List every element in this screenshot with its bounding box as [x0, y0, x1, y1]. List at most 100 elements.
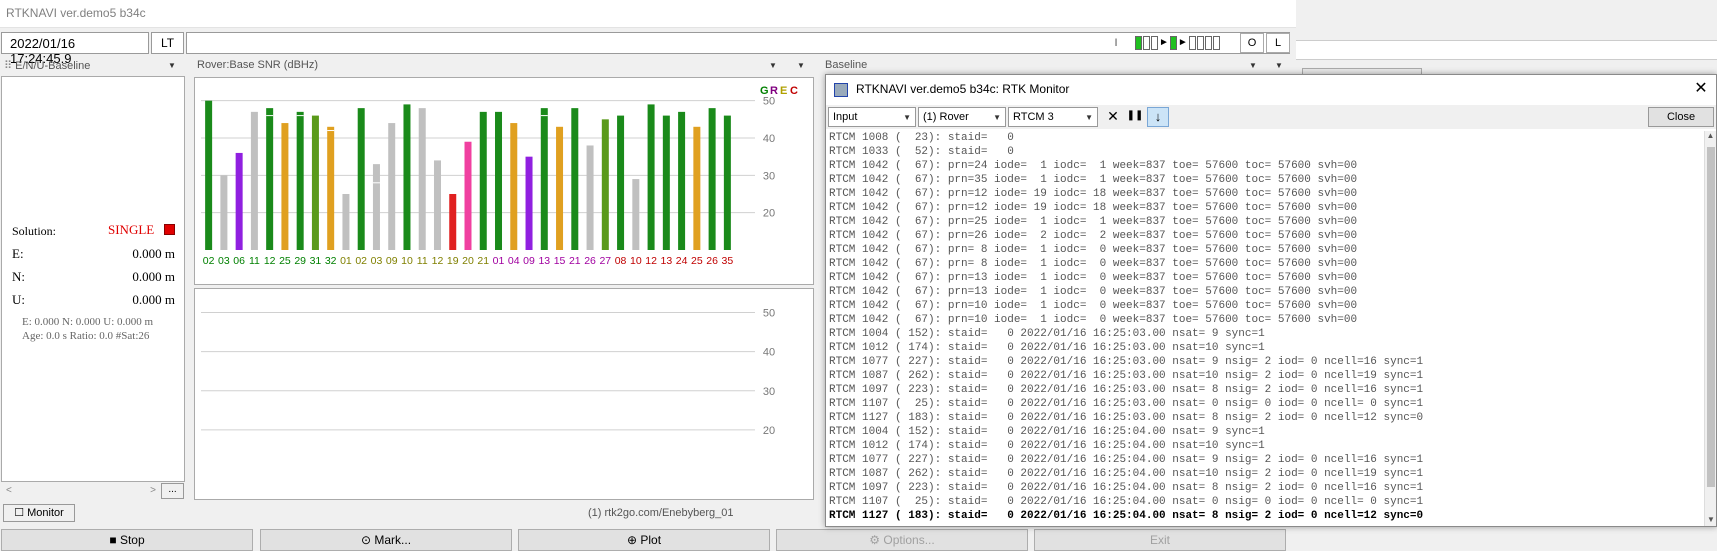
x-tick-label: 19	[447, 255, 459, 267]
log-line: RTCM 1127 ( 183): staid= 0 2022/01/16 16…	[829, 510, 1424, 522]
more-button[interactable]: ...	[161, 483, 184, 499]
x-tick-label: 03	[218, 255, 230, 267]
snr-bar	[418, 108, 426, 250]
time-mode-button[interactable]: LT	[151, 32, 184, 54]
x-tick-label: 27	[599, 255, 611, 267]
plot-icon: ⊕	[626, 533, 641, 547]
up-value: 0.000 m	[132, 292, 175, 307]
legend-entry: G	[760, 85, 769, 97]
age-ratio-summary: Age: 0.0 s Ratio: 0.0 #Sat:26	[22, 330, 150, 342]
x-tick-label: 21	[569, 255, 581, 267]
x-tick-label: 12	[432, 255, 444, 267]
log-line: RTCM 1042 ( 67): prn=25 iode= 1 iodc= 1 …	[829, 216, 1358, 228]
indicator-off	[1212, 36, 1220, 50]
x-tick-label: 01	[493, 255, 505, 267]
stop-button[interactable]: ■ Stop	[1, 529, 253, 551]
pause-icon[interactable]: ❚❚	[1125, 107, 1145, 127]
north-value: 0.000 m	[132, 269, 175, 284]
x-tick-label: 24	[676, 255, 688, 267]
log-line: RTCM 1008 ( 23): staid= 0	[829, 132, 1014, 144]
log-line: RTCM 1042 ( 67): prn=10 iode= 1 iodc= 0 …	[829, 314, 1358, 326]
format-select-value: RTCM 3	[1013, 111, 1054, 123]
baseline-panel-header[interactable]: Baseline ▼ ▼	[821, 58, 1296, 74]
snr-bar	[266, 108, 274, 250]
solution-indicator	[164, 224, 175, 235]
scroll-down-icon[interactable]: ↓	[1147, 107, 1169, 127]
mark-label: Mark...	[374, 533, 412, 547]
log-line: RTCM 1042 ( 67): prn=35 iode= 1 iodc= 1 …	[829, 174, 1358, 186]
indicator-off	[1151, 36, 1158, 50]
snr-panel-title: Rover:Base SNR (dBHz)	[197, 59, 319, 71]
log-line: RTCM 1077 ( 227): staid= 0 2022/01/16 16…	[829, 356, 1424, 368]
stop-label: Stop	[119, 533, 145, 547]
east-value: 0.000 m	[132, 246, 175, 261]
snr-bar	[586, 145, 594, 250]
x-tick-label: 29	[294, 255, 306, 267]
up-label: U:	[12, 292, 25, 307]
snr-chart-panel-lower: 20 30 40 50	[194, 288, 814, 500]
y-tick-label: 50	[763, 96, 775, 108]
format-select[interactable]: RTCM 3 ▼	[1008, 107, 1098, 127]
snr-bar	[723, 115, 731, 250]
datetime-display: 2022/01/16 17:24:45.9	[1, 32, 149, 66]
exit-button[interactable]: Exit	[1034, 529, 1286, 551]
log-line: RTCM 1012 ( 174): staid= 0 2022/01/16 16…	[829, 440, 1265, 452]
solution-status: SINGLE	[108, 222, 155, 237]
x-tick-label: 12	[645, 255, 657, 267]
snr-bar	[708, 108, 716, 250]
plot-button[interactable]: ⊕ Plot	[518, 529, 770, 551]
snr-bar	[205, 100, 213, 251]
x-tick-label: 10	[401, 255, 413, 267]
scrollbar-thumb[interactable]	[1707, 147, 1715, 487]
chevron-up-icon[interactable]: ▲	[1705, 131, 1716, 140]
x-tick-label: 26	[706, 255, 718, 267]
mark-button[interactable]: ⊙ Mark...	[260, 529, 512, 551]
snr-bar	[693, 126, 701, 250]
output-status-button[interactable]: O	[1240, 33, 1264, 53]
snr-bar	[250, 111, 258, 250]
gear-icon: ⚙	[869, 533, 884, 547]
legend-entry: E	[780, 85, 787, 97]
y-tick-label: 20	[763, 425, 775, 437]
clear-icon[interactable]: ✕	[1103, 107, 1123, 127]
background-field	[1296, 40, 1717, 60]
chevron-right-icon[interactable]: >	[150, 485, 156, 496]
chevron-down-icon: ▼	[1249, 61, 1257, 70]
snr-bar	[632, 179, 640, 250]
snr-bar	[540, 108, 548, 250]
type-select[interactable]: Input ▼	[828, 107, 916, 127]
close-icon[interactable]: ✕	[1690, 79, 1712, 101]
log-line: RTCM 1107 ( 25): staid= 0 2022/01/16 16:…	[829, 398, 1424, 410]
log-line: RTCM 1042 ( 67): prn= 8 iode= 1 iodc= 0 …	[829, 244, 1358, 256]
snr-bar	[403, 104, 411, 251]
monitor-button[interactable]: ☐ Monitor	[3, 504, 75, 522]
log-line: RTCM 1042 ( 67): prn=24 iode= 1 iodc= 1 …	[829, 160, 1358, 172]
legend-entry: C	[790, 85, 798, 97]
close-button[interactable]: Close	[1648, 107, 1714, 127]
options-button[interactable]: ⚙ Options...	[776, 529, 1028, 551]
log-status-button[interactable]: L	[1266, 33, 1290, 53]
log-line: RTCM 1042 ( 67): prn=13 iode= 1 iodc= 0 …	[829, 272, 1358, 284]
stream-select-value: (1) Rover	[923, 111, 969, 123]
options-label: Options...	[883, 533, 935, 547]
x-tick-label: 21	[477, 255, 489, 267]
input-status-button[interactable]: I	[1107, 33, 1125, 53]
indicator-off	[1188, 36, 1196, 50]
chevron-down-icon: ▼	[168, 61, 176, 70]
snr-bar	[235, 152, 243, 250]
x-tick-label: 31	[310, 255, 322, 267]
log-line: RTCM 1087 ( 262): staid= 0 2022/01/16 16…	[829, 468, 1424, 480]
chevron-left-icon[interactable]: <	[6, 485, 12, 496]
chevron-down-icon[interactable]: ▼	[1705, 515, 1717, 524]
x-tick-label: 03	[371, 255, 383, 267]
left-panel-header[interactable]: ⠿ E/N/U-Baseline ▼	[0, 58, 186, 74]
vertical-scrollbar[interactable]: ▲ ▼	[1704, 131, 1716, 526]
stream-select[interactable]: (1) Rover ▼	[918, 107, 1006, 127]
snr-bar	[510, 123, 518, 250]
stream-info: (1) rtk2go.com/Enebyberg_01	[588, 507, 734, 519]
horizontal-scrollbar[interactable]: < >	[2, 482, 184, 498]
snr-panel-header[interactable]: Rover:Base SNR (dBHz) ▼ ▼	[193, 58, 815, 74]
monitor-button-label: Monitor	[27, 507, 64, 519]
left-panel-title: E/N/U-Baseline	[15, 60, 91, 72]
log-line: RTCM 1077 ( 227): staid= 0 2022/01/16 16…	[829, 454, 1424, 466]
